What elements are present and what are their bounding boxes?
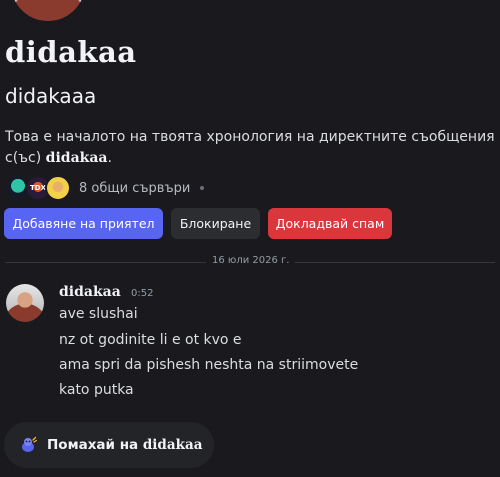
block-button[interactable]: Блокиране <box>171 208 260 239</box>
dm-intro-text: Това е началото на твоята хронология на … <box>5 127 497 169</box>
message-avatar[interactable] <box>6 284 44 322</box>
message-line: ave slushai <box>59 306 138 322</box>
add-friend-button[interactable]: Добавяне на приятел <box>4 208 163 239</box>
message-timestamp: 0:52 <box>131 288 154 299</box>
message-line: ama spri da pishesh neshta na striimovet… <box>59 357 359 373</box>
mutual-servers-count[interactable]: 8 общи сървъри <box>79 181 190 196</box>
dm-intro-suffix: . <box>107 150 112 166</box>
server-icon <box>45 175 71 201</box>
wave-label: Помахай на didakaa <box>47 437 202 453</box>
profile-avatar[interactable] <box>6 0 90 26</box>
wave-label-name: didakaa <box>142 437 203 453</box>
server-icon-label: TDX <box>30 184 46 192</box>
mutual-servers[interactable]: TDX 8 общи сървъри <box>5 175 205 201</box>
message-line: kato putka <box>59 382 134 398</box>
profile-display-name: didakaa <box>5 35 137 69</box>
dm-intro-name: didakaa <box>45 150 108 166</box>
waving-wumpus-icon <box>22 436 37 452</box>
wave-label-prefix: Помахай на <box>47 437 143 453</box>
date-divider-label: 16 юли 2026 г. <box>206 255 296 266</box>
profile-username: didakaaa <box>5 84 97 108</box>
dot-icon <box>200 186 205 190</box>
message-line: nz ot godinite li e ot kvo e <box>59 332 242 348</box>
report-spam-button[interactable]: Докладвай спам <box>268 208 392 239</box>
wave-button[interactable]: Помахай на didakaa <box>4 422 214 468</box>
message-author[interactable]: didakaa <box>59 284 121 300</box>
